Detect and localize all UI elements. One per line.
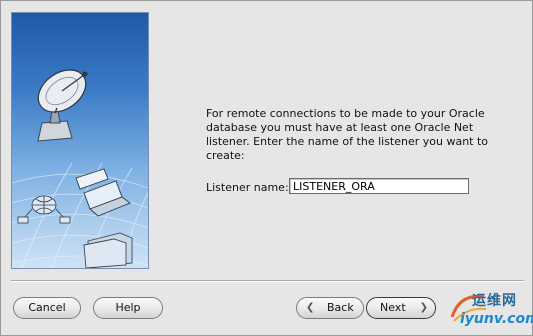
next-button[interactable]: Next ❯ bbox=[366, 297, 436, 319]
globe-network-icon bbox=[17, 195, 71, 224]
chevron-right-icon: ❯ bbox=[419, 302, 428, 313]
cancel-button-label: Cancel bbox=[28, 301, 66, 314]
button-separator bbox=[11, 280, 524, 282]
listener-name-input[interactable] bbox=[289, 178, 469, 194]
help-button[interactable]: Help bbox=[93, 297, 163, 319]
back-button[interactable]: ❮ Back bbox=[296, 297, 364, 319]
listener-name-label: Listener name: bbox=[206, 181, 289, 194]
watermark-title: 运维网 bbox=[472, 293, 517, 309]
folder-icon bbox=[83, 232, 133, 268]
laptop-icon bbox=[75, 168, 131, 217]
site-watermark: 运维网 iyunv.com bbox=[446, 287, 533, 335]
back-button-label: Back bbox=[327, 301, 354, 314]
chevron-left-icon: ❮ bbox=[306, 302, 315, 313]
description-text: For remote connections to be made to you… bbox=[206, 107, 489, 162]
watermark-url: iyunv.com bbox=[460, 311, 533, 327]
help-button-label: Help bbox=[115, 301, 141, 314]
next-button-label: Next bbox=[380, 301, 406, 314]
satellite-dish-icon bbox=[37, 69, 88, 142]
wizard-window: For remote connections to be made to you… bbox=[0, 0, 533, 336]
side-illustration-panel bbox=[11, 12, 149, 269]
cancel-button[interactable]: Cancel bbox=[13, 297, 81, 319]
